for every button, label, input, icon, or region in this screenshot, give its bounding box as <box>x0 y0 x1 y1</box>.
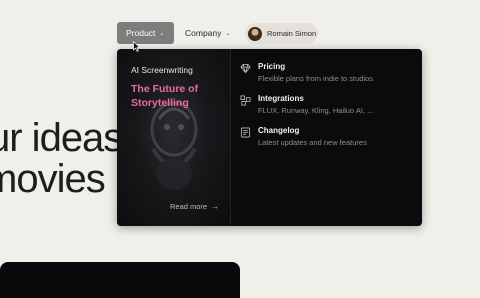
page: ur ideas movies Product ⌄ Company ⌄ Roma… <box>0 0 480 298</box>
dropdown-menu-list: Pricing Flexible plans from indie to stu… <box>231 49 422 226</box>
hero-line-2: movies <box>0 157 106 201</box>
feature-eyebrow: AI Screenwriting <box>131 65 193 75</box>
hero-line-1: ur ideas <box>0 116 123 160</box>
feature-title: The Future of Storytelling <box>131 83 199 109</box>
menu-item-title: Integrations <box>258 94 304 103</box>
product-dropdown: AI Screenwriting The Future of Storytell… <box>117 49 422 226</box>
user-menu-button[interactable]: Romain Simon <box>245 23 318 44</box>
menu-item-changelog[interactable]: Changelog Latest updates and new feature… <box>240 126 416 152</box>
changelog-icon <box>240 127 251 138</box>
menu-item-integrations[interactable]: Integrations FLUX, Runway, Kling, Hailuo… <box>240 94 416 120</box>
menu-item-title: Pricing <box>258 62 286 71</box>
media-panel <box>0 262 240 298</box>
menu-item-pricing[interactable]: Pricing Flexible plans from indie to stu… <box>240 62 416 88</box>
read-more-link[interactable]: Read more → <box>170 202 219 211</box>
menu-item-description: FLUX, Runway, Kling, Hailuo AI, ... <box>258 106 374 115</box>
menu-item-title: Changelog <box>258 126 300 135</box>
user-name: Romain Simon <box>267 29 317 38</box>
nav-product-button[interactable]: Product ⌄ <box>117 22 174 44</box>
mouse-cursor-icon <box>133 41 141 52</box>
menu-item-description: Latest updates and new features <box>258 138 367 147</box>
arrow-right-icon: → <box>211 202 220 211</box>
diamond-icon <box>240 63 251 74</box>
nav-company-button[interactable]: Company ⌄ <box>185 22 230 44</box>
avatar <box>248 26 262 41</box>
integrations-icon <box>240 95 251 106</box>
chevron-down-icon: ⌄ <box>159 30 165 37</box>
read-more-label: Read more <box>170 202 208 211</box>
chevron-down-icon: ⌄ <box>225 30 231 37</box>
nav-company-label: Company <box>185 28 222 38</box>
feature-card[interactable]: AI Screenwriting The Future of Storytell… <box>117 49 231 226</box>
menu-item-description: Flexible plans from indie to studios <box>258 74 374 83</box>
nav-product-label: Product <box>126 28 156 38</box>
